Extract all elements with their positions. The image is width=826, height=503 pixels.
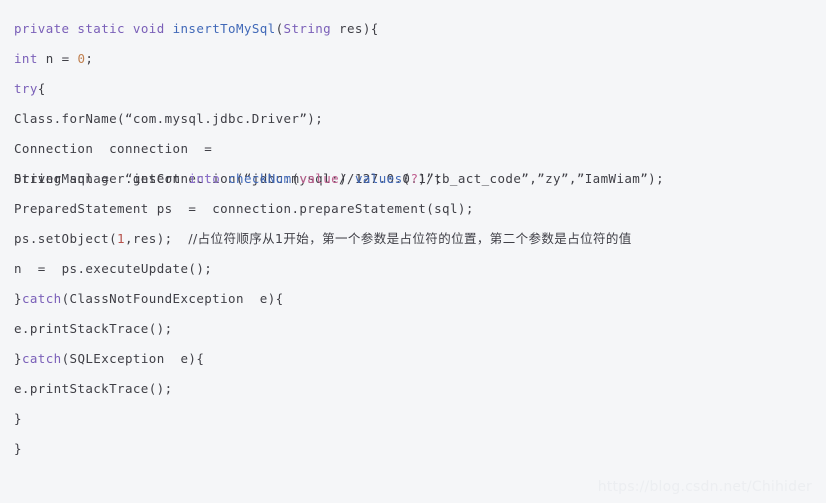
type-connection: Connection bbox=[14, 141, 94, 156]
line-4-tail: ); bbox=[307, 111, 324, 126]
call-preparestatement: connection.prepareStatement(sql); bbox=[212, 201, 474, 216]
brace-close: } bbox=[14, 291, 22, 306]
comma: , bbox=[124, 231, 133, 246]
quote-close-password: ” bbox=[640, 171, 649, 186]
call-class-forname: Class.forName( bbox=[14, 111, 125, 126]
keyword-int: int bbox=[14, 51, 38, 66]
line-1-tail: ){ bbox=[362, 21, 379, 36]
operator-assign: = bbox=[188, 201, 197, 216]
code-line-9: n = ps.executeUpdate(); bbox=[14, 254, 826, 284]
variable-n: n bbox=[45, 51, 54, 66]
quote-open-sql: “ bbox=[125, 171, 133, 186]
operator-assign: = bbox=[101, 171, 110, 186]
sql-keyword-insert: insert bbox=[132, 171, 181, 186]
call-executeupdate: ps.executeUpdate(); bbox=[61, 261, 213, 276]
code-line-11: e.printStackTrace(); bbox=[14, 314, 826, 344]
keyword-catch: catch bbox=[21, 351, 62, 366]
quote-close-user: ” bbox=[560, 171, 569, 186]
brace-close: } bbox=[14, 411, 22, 426]
code-line-14: } bbox=[14, 404, 826, 434]
variable-connection: connection bbox=[109, 141, 189, 156]
call-setobject-open: ps.setObject( bbox=[14, 231, 118, 246]
variable-ps: ps bbox=[156, 201, 173, 216]
call-printstacktrace: e.printStackTrace(); bbox=[14, 321, 173, 336]
quote-open-user: ” bbox=[537, 171, 546, 186]
call-printstacktrace: e.printStackTrace(); bbox=[14, 381, 173, 396]
argument-res: res bbox=[132, 231, 157, 246]
code-line-7: PreparedStatement ps = connection.prepar… bbox=[14, 194, 826, 224]
sql-keyword-values: values bbox=[354, 171, 403, 186]
quote-open-password: ” bbox=[576, 171, 585, 186]
type-string: String bbox=[283, 21, 332, 36]
brace-close: } bbox=[14, 441, 22, 456]
code-line-4: Class.forName(“com.mysql.jdbc.Driver”); bbox=[14, 104, 826, 134]
type-string-sql: String bbox=[14, 171, 62, 186]
sql-keyword-into: into bbox=[188, 171, 221, 186]
quote-open: “ bbox=[124, 111, 133, 126]
paren-open: ( bbox=[61, 351, 70, 366]
brace-close: } bbox=[14, 351, 22, 366]
semicolon: ; bbox=[85, 51, 94, 66]
code-line-2: int n = 0; bbox=[14, 44, 826, 74]
exception-sqlexception: SQLException bbox=[69, 351, 165, 366]
type-preparedstatement: PreparedStatement bbox=[14, 201, 149, 216]
variable-n: n bbox=[14, 261, 22, 276]
code-line-3: try{ bbox=[14, 74, 826, 104]
watermark-blog-url: https://blog.csdn.net/Chihider bbox=[597, 479, 812, 495]
code-block: private static void insertToMySql(String… bbox=[0, 0, 826, 503]
line-12-tail: ){ bbox=[188, 351, 205, 366]
comma-2: , bbox=[568, 171, 577, 186]
code-line-10: }catch(ClassNotFoundException e){ bbox=[14, 284, 826, 314]
paren-open: ( bbox=[275, 21, 284, 36]
code-line-15: } bbox=[14, 434, 826, 464]
variable-sql: sql bbox=[69, 171, 94, 186]
code-line-8: ps.setObject(1,res); //占位符顺序从1开始，第一个参数是占… bbox=[14, 224, 826, 254]
string-password: IamWiam bbox=[584, 171, 641, 186]
quote-close-url: ” bbox=[521, 171, 530, 186]
inline-comment: //占位符顺序从1开始，第一个参数是占位符的位置，第二个参数是占位符的值 bbox=[188, 231, 632, 246]
keyword-catch: catch bbox=[21, 291, 62, 306]
comma-1: , bbox=[529, 171, 538, 186]
sql-table-checknum: checkNum bbox=[228, 171, 292, 186]
keyword-void: void bbox=[132, 21, 165, 36]
paren-open: ( bbox=[61, 291, 70, 306]
code-line-5: Connection connection = DriverMannager.g… bbox=[14, 134, 826, 186]
operator-assign: = bbox=[204, 141, 213, 156]
param-res: res bbox=[339, 21, 363, 36]
code-line-13: e.printStackTrace(); bbox=[14, 374, 826, 404]
method-name-insert-to-mysql: insertToMySql bbox=[172, 21, 276, 36]
line-5-tail: ); bbox=[648, 171, 665, 186]
variable-e: e bbox=[259, 291, 268, 306]
string-driver-class: com.mysql.jdbc.Driver bbox=[132, 111, 300, 126]
operator-assign: = bbox=[37, 261, 46, 276]
keyword-try: try bbox=[14, 81, 38, 96]
argument-index: 1 bbox=[117, 231, 125, 246]
code-line-1: private static void insertToMySql(String… bbox=[14, 14, 826, 44]
string-username: zy bbox=[545, 171, 561, 186]
brace-open: { bbox=[37, 81, 46, 96]
code-line-12: }catch(SQLException e){ bbox=[14, 344, 826, 374]
sql-paren-close: ) bbox=[339, 171, 348, 186]
code-line-6: String sql = “insert into checkNum(value… bbox=[14, 164, 826, 194]
operator-assign: = bbox=[61, 51, 70, 66]
sql-column-value: value bbox=[299, 171, 340, 186]
exception-classnotfound: ClassNotFoundException bbox=[69, 291, 244, 306]
line-10-tail: ){ bbox=[267, 291, 284, 306]
line-6-tail: ; bbox=[434, 171, 443, 186]
keyword-private: private bbox=[14, 21, 70, 36]
call-setobject-close: ); bbox=[156, 231, 173, 246]
keyword-static: static bbox=[77, 21, 125, 36]
